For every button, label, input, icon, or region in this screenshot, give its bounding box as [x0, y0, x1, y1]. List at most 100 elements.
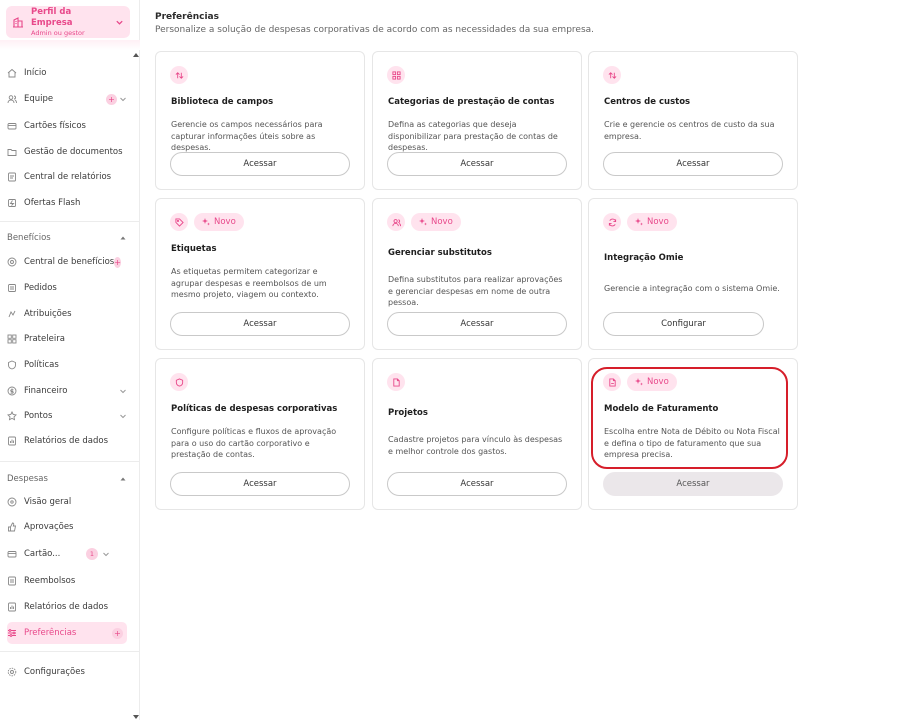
sidebar-item-label: Relatórios de dados	[24, 602, 108, 612]
sidebar-item-label: Central de relatórios	[24, 172, 112, 182]
sidebar-item-atribuicoes[interactable]: Atribuições	[7, 303, 127, 325]
section-beneficios[interactable]: Benefícios	[7, 230, 127, 246]
scroll-up-arrow-icon[interactable]	[133, 52, 139, 58]
section-despesas[interactable]: Despesas	[7, 471, 127, 487]
sidebar-item-label: Relatórios de dados	[24, 436, 108, 446]
card-gerenciar-substitutos: Novo Gerenciar substitutos Defina substi…	[372, 198, 582, 350]
tag-icon	[170, 213, 188, 231]
sidebar-item-inicio[interactable]: Início	[7, 62, 127, 84]
scroll-down-arrow-icon[interactable]	[133, 714, 139, 720]
card-description: Escolha entre Nota de Débito ou Nota Fis…	[604, 427, 780, 459]
sidebar-item-label: Gestão de documentos	[24, 147, 123, 157]
pin-icon[interactable]: +	[114, 256, 121, 268]
acessar-button[interactable]: Acessar	[387, 312, 567, 336]
invoice-icon	[603, 373, 621, 391]
sidebar-item-preferencias[interactable]: Preferências +	[7, 622, 127, 644]
sidebar-item-central-beneficios[interactable]: Central de benefícios +	[7, 251, 127, 273]
page-title: Preferências	[155, 12, 219, 22]
sidebar-item-relatorios-dados-despesas[interactable]: Relatórios de dados	[7, 596, 127, 618]
card-integracao-omie: Novo Integração Omie Gerencie a integraç…	[588, 198, 798, 350]
sidebar-item-aprovacoes[interactable]: Aprovações	[7, 516, 127, 538]
sidebar-item-label: Políticas	[24, 360, 59, 370]
card-title: Políticas de despesas corporativas	[171, 404, 338, 414]
sidebar-item-relatorios-dados-beneficios[interactable]: Relatórios de dados	[7, 430, 127, 452]
sidebar-item-configuracoes[interactable]: Configurações	[7, 661, 127, 683]
sidebar-item-label: Cartão...	[24, 549, 61, 559]
profile-fade	[0, 40, 140, 50]
orders-icon	[8, 284, 16, 292]
card-description: Defina substitutos para realizar aprovaç…	[388, 275, 563, 307]
new-badge-label: Novo	[214, 217, 236, 227]
home-icon	[7, 68, 17, 78]
card-title: Centros de custos	[604, 97, 691, 107]
chevron-down-icon	[103, 552, 109, 557]
acessar-button[interactable]: Acessar	[387, 472, 567, 496]
sidebar-item-label: Ofertas Flash	[24, 198, 81, 208]
card-title: Integração Omie	[604, 253, 684, 263]
sidebar-item-cartao[interactable]: Cartão... 1	[7, 543, 127, 565]
divider	[0, 221, 140, 222]
sidebar-item-label: Prateleira	[24, 334, 65, 344]
sidebar-item-label: Visão geral	[24, 497, 72, 507]
refund-icon	[8, 576, 16, 586]
sidebar-item-label: Preferências	[24, 628, 77, 638]
chevron-down-icon	[116, 20, 123, 25]
card-projetos: Projetos Cadastre projetos para vínculo …	[372, 358, 582, 510]
sidebar-item-pedidos[interactable]: Pedidos	[7, 277, 127, 299]
overview-icon	[7, 497, 17, 507]
new-badge: Novo	[627, 373, 677, 391]
acessar-button[interactable]: Acessar	[170, 312, 350, 336]
sidebar-item-pontos[interactable]: Pontos	[7, 405, 127, 427]
sidebar-item-label: Reembolsos	[24, 576, 76, 586]
card-description: Crie e gerencie os centros de custo da s…	[604, 120, 775, 141]
card-title: Modelo de Faturamento	[604, 404, 719, 414]
sync-icon	[603, 213, 621, 231]
sidebar-item-visao-geral[interactable]: Visão geral	[7, 491, 127, 513]
section-title: Benefícios	[7, 233, 51, 243]
card-categorias-prestacao: Categorias de prestação de contas Defina…	[372, 51, 582, 190]
company-profile-switcher[interactable]: Perfil da Empresa Admin ou gestor	[6, 6, 130, 38]
report-icon	[8, 172, 16, 182]
sparkle-icon	[419, 218, 427, 226]
chevron-down-icon	[120, 414, 126, 419]
points-icon	[7, 411, 17, 421]
sidebar-item-label: Pontos	[24, 411, 53, 421]
card-title: Categorias de prestação de contas	[388, 97, 555, 107]
sidebar-item-prateleira[interactable]: Prateleira	[7, 328, 127, 350]
chevron-down-icon	[120, 97, 126, 102]
sidebar-item-financeiro[interactable]: Financeiro	[7, 380, 127, 402]
sidebar-item-gestao-documentos[interactable]: Gestão de documentos	[7, 141, 127, 163]
new-badge: Novo	[411, 213, 461, 231]
new-badge-label: Novo	[647, 217, 669, 227]
categories-icon	[387, 66, 405, 84]
card-title: Projetos	[388, 408, 428, 418]
sidebar-item-label: Início	[24, 68, 47, 78]
acessar-button[interactable]: Acessar	[387, 152, 567, 176]
sparkle-icon	[635, 218, 643, 226]
sidebar-item-equipe[interactable]: Equipe +	[7, 88, 127, 110]
pin-icon[interactable]: +	[106, 93, 117, 105]
sidebar-item-ofertas-flash[interactable]: Ofertas Flash	[7, 192, 127, 214]
acessar-button[interactable]: Acessar	[603, 472, 783, 496]
profile-role: Admin ou gestor	[31, 28, 85, 37]
acessar-button[interactable]: Acessar	[170, 152, 350, 176]
shield-icon	[170, 373, 188, 391]
benefits-icon	[7, 257, 17, 267]
acessar-button[interactable]: Acessar	[170, 472, 350, 496]
sidebar-item-label: Equipe	[24, 94, 54, 104]
sidebar-item-politicas[interactable]: Políticas	[7, 354, 127, 376]
sidebar-item-central-relatorios[interactable]: Central de relatórios	[7, 166, 127, 188]
chevron-down-icon	[120, 389, 126, 394]
sparkle-icon	[202, 218, 210, 226]
building-icon	[13, 17, 23, 28]
acessar-button[interactable]: Acessar	[603, 152, 783, 176]
sidebar-item-cartoes-fisicos[interactable]: Cartões físicos	[7, 115, 127, 137]
configurar-button[interactable]: Configurar	[603, 312, 764, 336]
new-badge-label: Novo	[647, 377, 669, 387]
sidebar-item-reembolsos[interactable]: Reembolsos	[7, 570, 127, 592]
sidebar-item-label: Cartões físicos	[24, 121, 86, 131]
divider	[0, 461, 140, 462]
pin-icon[interactable]: +	[112, 627, 123, 639]
sidebar-item-label: Aprovações	[24, 522, 74, 532]
divider	[0, 651, 140, 652]
